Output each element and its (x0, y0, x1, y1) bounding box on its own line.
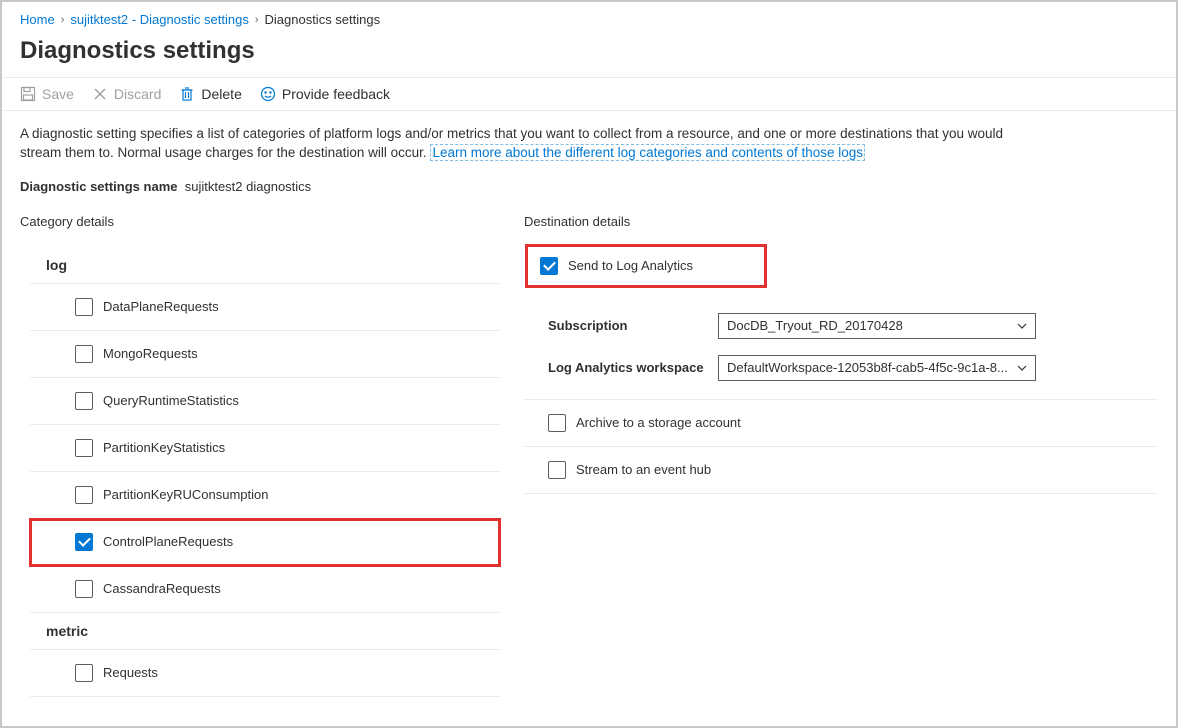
category-details-title: Category details (20, 214, 500, 229)
log-item-mongorequests[interactable]: MongoRequests (30, 331, 500, 378)
trash-icon (179, 86, 195, 102)
log-item-label: ControlPlaneRequests (103, 534, 233, 549)
log-checkbox[interactable] (75, 439, 93, 457)
stream-checkbox[interactable] (548, 461, 566, 479)
send-log-analytics-checkbox[interactable] (540, 257, 558, 275)
log-item-label: CassandraRequests (103, 581, 221, 596)
archive-checkbox[interactable] (548, 414, 566, 432)
close-icon (92, 86, 108, 102)
log-checkbox[interactable] (75, 392, 93, 410)
breadcrumb-resource[interactable]: sujitktest2 - Diagnostic settings (70, 12, 248, 27)
stream-row[interactable]: Stream to an event hub (524, 447, 1158, 494)
workspace-dropdown[interactable]: DefaultWorkspace-12053b8f-cab5-4f5c-9c1a… (718, 355, 1036, 381)
smile-icon (260, 86, 276, 102)
metric-item-label: Requests (103, 665, 158, 680)
description-text: A diagnostic setting specifies a list of… (20, 125, 1040, 163)
chevron-right-icon: › (61, 14, 65, 26)
metric-item-requests[interactable]: Requests (30, 650, 500, 697)
delete-button[interactable]: Delete (179, 86, 241, 102)
send-log-analytics-row[interactable]: Send to Log Analytics (528, 247, 764, 285)
subscription-dropdown[interactable]: DocDB_Tryout_RD_20170428 (718, 313, 1036, 339)
log-group-label: log (30, 247, 500, 284)
log-item-label: DataPlaneRequests (103, 299, 219, 314)
breadcrumb: Home › sujitktest2 - Diagnostic settings… (2, 2, 1176, 33)
learn-more-link[interactable]: Learn more about the different log categ… (430, 144, 865, 161)
page-title: Diagnostics settings (2, 33, 1176, 77)
log-item-controlplanerequests[interactable]: ControlPlaneRequests (30, 519, 500, 566)
log-checkbox[interactable] (75, 345, 93, 363)
metric-group-label: metric (30, 613, 500, 650)
stream-label: Stream to an event hub (576, 462, 711, 477)
log-item-partitionkeyruconsumption[interactable]: PartitionKeyRUConsumption (30, 472, 500, 519)
archive-label: Archive to a storage account (576, 415, 741, 430)
breadcrumb-current: Diagnostics settings (265, 12, 381, 27)
log-checkbox[interactable] (75, 533, 93, 551)
log-item-cassandrarequests[interactable]: CassandraRequests (30, 566, 500, 613)
archive-row[interactable]: Archive to a storage account (524, 400, 1158, 447)
chevron-down-icon (1017, 363, 1027, 373)
log-item-label: MongoRequests (103, 346, 198, 361)
save-icon (20, 86, 36, 102)
setting-name-label: Diagnostic settings name (20, 179, 177, 194)
subscription-label: Subscription (548, 318, 706, 333)
log-item-label: PartitionKeyStatistics (103, 440, 225, 455)
chevron-right-icon: › (255, 14, 259, 26)
log-item-label: QueryRuntimeStatistics (103, 393, 239, 408)
metric-checkbox[interactable] (75, 664, 93, 682)
log-item-label: PartitionKeyRUConsumption (103, 487, 268, 502)
log-checkbox[interactable] (75, 580, 93, 598)
setting-name-row: Diagnostic settings name sujitktest2 dia… (20, 179, 1158, 194)
save-button[interactable]: Save (20, 86, 74, 102)
setting-name-value: sujitktest2 diagnostics (185, 179, 311, 194)
toolbar: Save Discard Delete Provide feedback (2, 77, 1176, 111)
workspace-label: Log Analytics workspace (548, 360, 706, 375)
destination-details-title: Destination details (524, 214, 1158, 229)
log-item-queryruntimestatistics[interactable]: QueryRuntimeStatistics (30, 378, 500, 425)
log-checkbox[interactable] (75, 298, 93, 316)
log-item-dataplanerequests[interactable]: DataPlaneRequests (30, 284, 500, 331)
breadcrumb-home[interactable]: Home (20, 12, 55, 27)
log-item-partitionkeystatistics[interactable]: PartitionKeyStatistics (30, 425, 500, 472)
chevron-down-icon (1017, 321, 1027, 331)
discard-button[interactable]: Discard (92, 86, 161, 102)
feedback-button[interactable]: Provide feedback (260, 86, 390, 102)
log-checkbox[interactable] (75, 486, 93, 504)
send-log-analytics-label: Send to Log Analytics (568, 258, 693, 273)
